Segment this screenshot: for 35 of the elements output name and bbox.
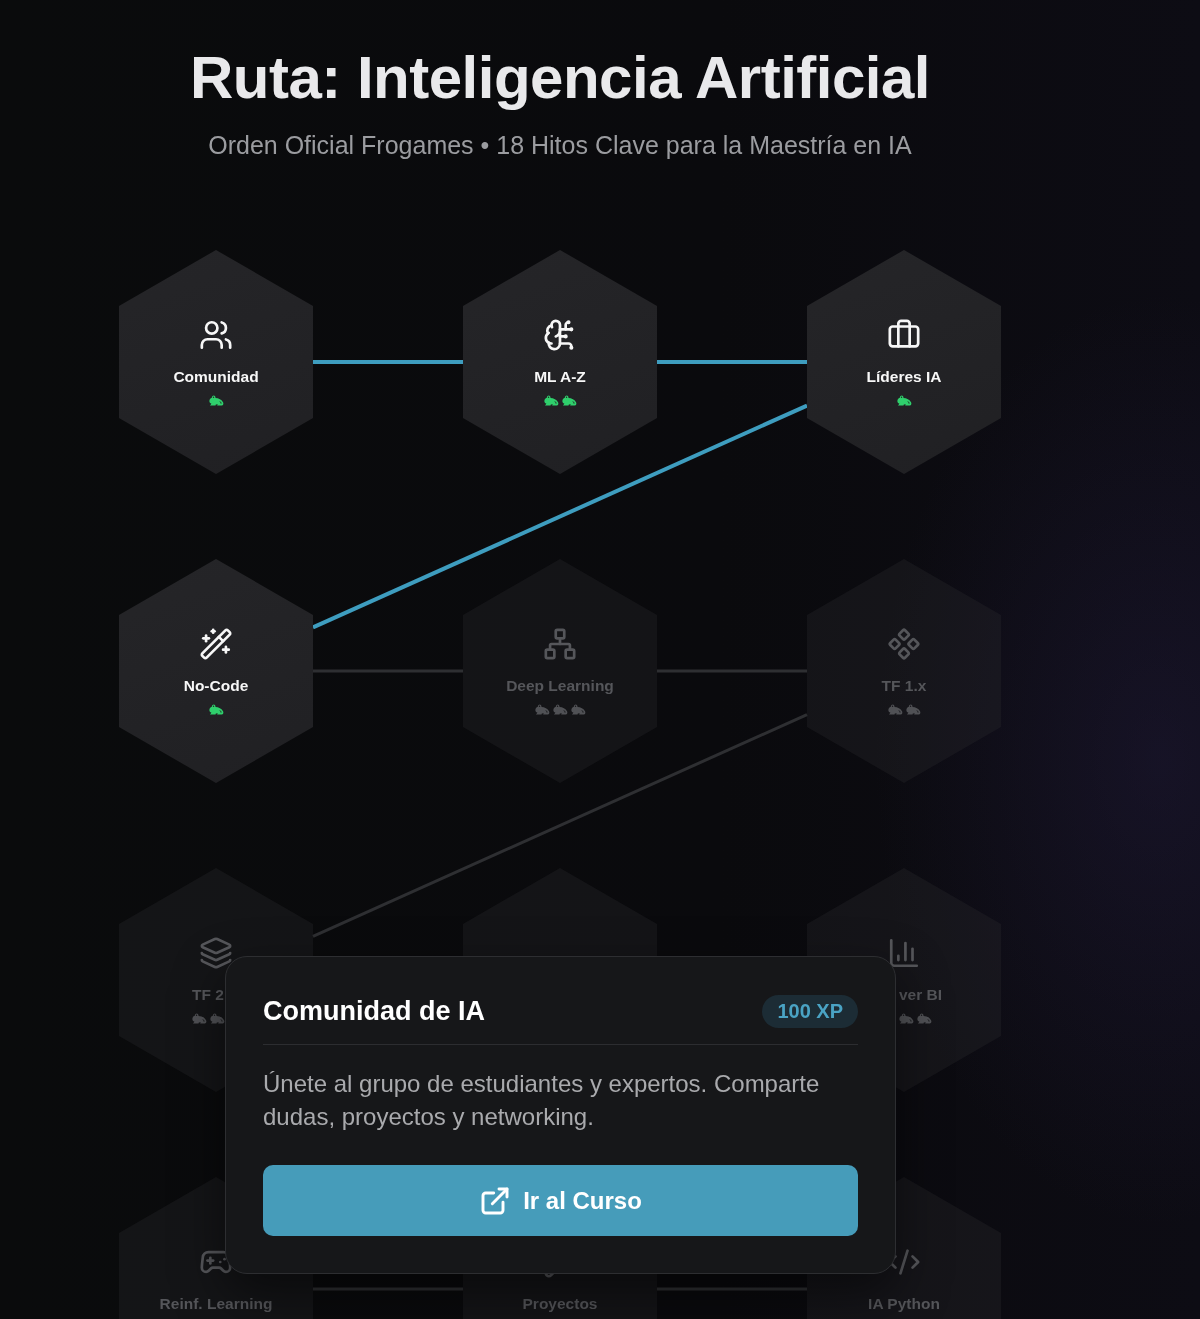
- node-label: Reinf. Learning: [159, 1294, 273, 1313]
- node-label: Líderes IA: [866, 367, 942, 386]
- diamonds-icon: [887, 626, 921, 661]
- node-label: Comunidad: [173, 367, 259, 386]
- frog-icon: [192, 1013, 207, 1024]
- page-title: Ruta: Inteligencia Artificial: [189, 45, 931, 111]
- frog-icon: [887, 704, 903, 715]
- frog-icon: [534, 704, 550, 715]
- frog-icon: [543, 395, 559, 406]
- node-label: TF 2: [192, 985, 224, 1004]
- frog-icon: [905, 704, 921, 715]
- popup-description: Únete al grupo de estudiantes y expertos. Comparte dudas, proyectos y networking.: [263, 1069, 821, 1132]
- frog-icon: [917, 1013, 932, 1024]
- frog-icon: [208, 704, 224, 715]
- node-label: No-Code: [183, 676, 249, 695]
- node-label: ML A-Z: [534, 367, 586, 386]
- frog-icon: [210, 1013, 225, 1024]
- frog-icon: [552, 704, 568, 715]
- node-label: Proyectos: [522, 1294, 598, 1313]
- xp-badge: 100 XP: [762, 994, 858, 1028]
- page-subtitle: Orden Oficial Frogames • 18 Hitos Clave para la Maestría en IA: [208, 131, 912, 159]
- frog-icon: [208, 395, 224, 406]
- frog-icon: [896, 395, 912, 406]
- node-label: ver BI: [899, 985, 943, 1004]
- frog-icon: [899, 1013, 914, 1024]
- node-label: TF 1.x: [881, 676, 927, 695]
- magic-wand-icon: [199, 626, 233, 661]
- node-label: Deep Learning: [506, 676, 614, 695]
- node-label: IA Python: [868, 1294, 940, 1313]
- go-to-course-button[interactable]: Ir al Curso: [263, 1165, 858, 1236]
- frog-icon: [561, 395, 577, 406]
- frog-icon: [570, 704, 586, 715]
- layers-icon: [199, 935, 233, 970]
- network-icon: [543, 626, 577, 661]
- popup-title: Comunidad de IA: [263, 995, 485, 1028]
